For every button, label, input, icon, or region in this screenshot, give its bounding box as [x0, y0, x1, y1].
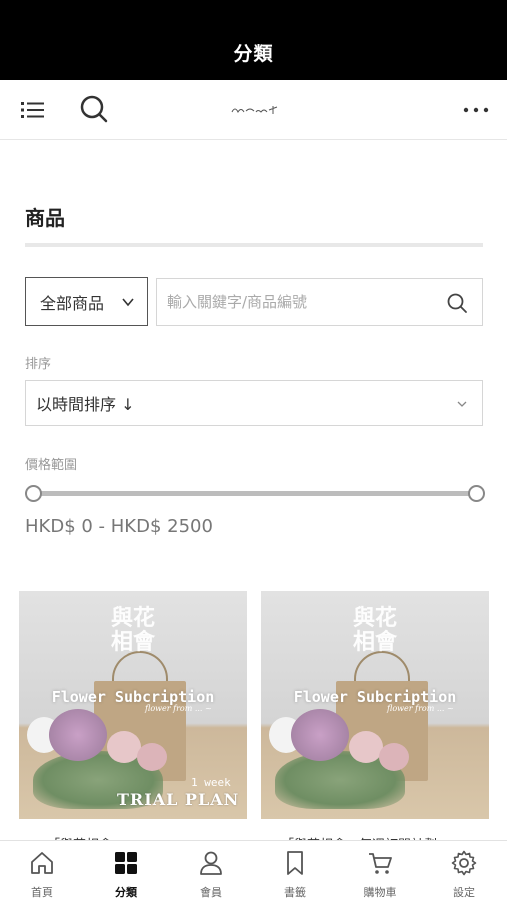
- tab-home[interactable]: 首頁: [0, 841, 84, 900]
- hydrangea: [291, 709, 349, 761]
- category-select-value: 全部商品: [40, 293, 105, 313]
- product-card-image[interactable]: 與花 相會 Flower Subcription flower from ...…: [19, 591, 247, 819]
- tab-bookmarks[interactable]: 書籤: [253, 841, 337, 900]
- cart-icon: [369, 853, 392, 874]
- search-icon[interactable]: [446, 292, 468, 314]
- sort-select[interactable]: 以時間排序 ↓: [25, 380, 483, 426]
- product-brand-text: 與花 相會: [110, 605, 155, 655]
- product-week-text: 1 week: [191, 776, 231, 789]
- section-divider: [25, 243, 483, 247]
- bottom-tab-bar: 首頁 分類 會員 書籤 購物車 設定: [0, 840, 507, 900]
- more-options-icon[interactable]: [461, 96, 491, 124]
- price-range-value: HKD$ 0 - HKD$ 2500: [25, 516, 213, 537]
- tab-settings[interactable]: 設定: [422, 841, 506, 900]
- tab-category[interactable]: 分類: [84, 841, 168, 900]
- chevron-down-icon: [122, 298, 134, 307]
- slider-min-handle[interactable]: [25, 485, 42, 502]
- page-title: 分類: [233, 43, 274, 65]
- sort-select-value: 以時間排序 ↓: [36, 395, 135, 414]
- nav-bar: [0, 80, 507, 140]
- category-select[interactable]: 全部商品: [25, 277, 148, 326]
- gear-icon: [451, 850, 477, 876]
- slider-max-handle[interactable]: [468, 485, 485, 502]
- tab-member[interactable]: 會員: [169, 841, 253, 900]
- tab-cart[interactable]: 購物車: [338, 841, 422, 900]
- menu-icon[interactable]: [18, 96, 48, 124]
- product-subtitle: Flower Subcription: [51, 688, 215, 706]
- brand-logo[interactable]: [226, 100, 282, 118]
- product-script-text: flower from ... ~: [145, 704, 212, 713]
- product-script-text: flower from ... ~: [387, 704, 454, 713]
- grid-icon: [115, 852, 137, 874]
- sort-label: 排序: [25, 357, 52, 372]
- price-range-slider[interactable]: [25, 484, 485, 504]
- slider-track: [33, 491, 477, 496]
- product-brand-text: 與花 相會: [352, 605, 397, 655]
- search-input[interactable]: [157, 293, 437, 311]
- product-card-image[interactable]: 與花 相會 Flower Subcription flower from ...…: [261, 591, 489, 819]
- bookmark-icon: [287, 851, 303, 875]
- hydrangea: [49, 709, 107, 761]
- product-search: [156, 278, 483, 326]
- product-plan-text: TRIAL PLAN: [117, 790, 240, 809]
- section-title: 商品: [25, 206, 65, 230]
- chevron-down-icon: [457, 401, 467, 407]
- user-icon: [200, 851, 222, 875]
- product-subtitle: Flower Subcription: [293, 688, 457, 706]
- home-icon: [31, 852, 53, 874]
- top-bar: 分類: [0, 0, 507, 80]
- price-range-label: 價格範圍: [25, 458, 78, 473]
- search-icon[interactable]: [78, 92, 110, 126]
